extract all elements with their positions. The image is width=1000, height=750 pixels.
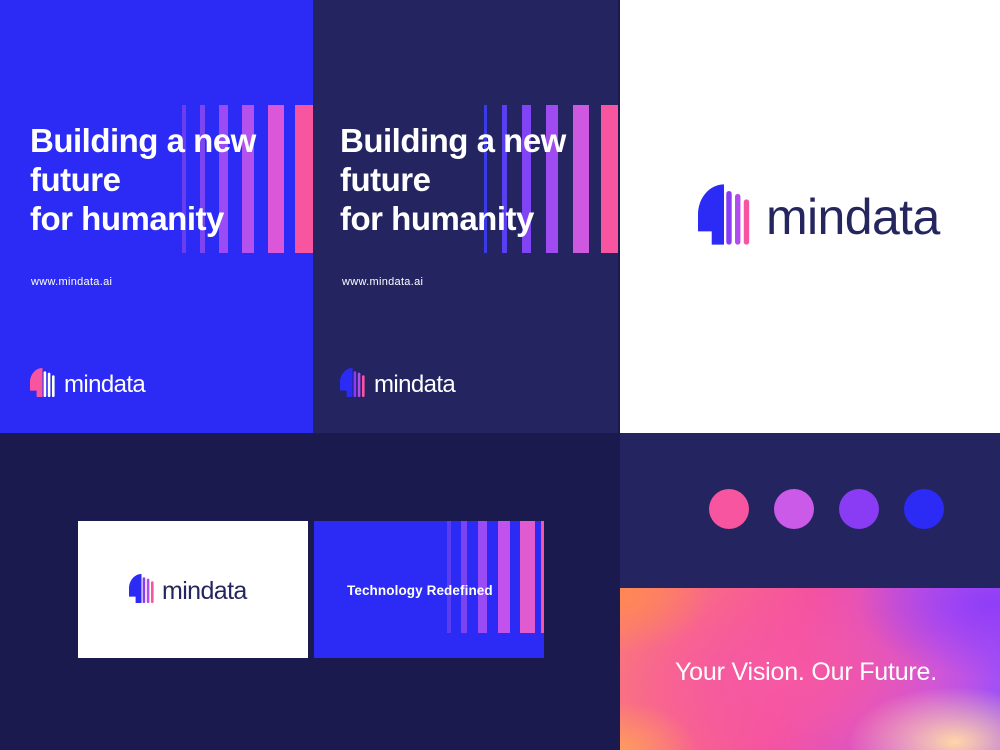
logo-lockup-footer-navy: mindata xyxy=(340,368,456,402)
poster-bar xyxy=(601,105,618,253)
logo-lockup-primary: mindata xyxy=(698,184,940,250)
mindata-logo-mark xyxy=(30,368,55,402)
brand-identity-board: Building a new future for humanity www.m… xyxy=(0,0,1000,750)
mindata-logo-mark xyxy=(340,368,365,402)
logo-lockup-footer-blue: mindata xyxy=(30,368,146,402)
mindata-logo-mark xyxy=(129,574,154,608)
mindata-wordmark: mindata xyxy=(766,189,940,245)
color-swatch-blue xyxy=(904,489,944,529)
business-card-white: mindata xyxy=(78,521,308,658)
card-bar xyxy=(520,521,535,633)
gradient-tagline: Your Vision. Our Future. xyxy=(675,658,938,686)
mindata-wordmark: mindata xyxy=(374,371,456,398)
poster-url: www.mindata.ai xyxy=(342,276,424,288)
poster-headline: Building a new future for humanity xyxy=(30,122,256,237)
card-bar xyxy=(541,521,544,633)
business-card-blue: Technology Redefined xyxy=(314,521,544,658)
color-swatch-pink xyxy=(709,489,749,529)
card-bar xyxy=(478,521,487,633)
panel-poster-navy: Building a new future for humanity www.m… xyxy=(313,0,618,433)
poster-headline: Building a new future for humanity xyxy=(340,122,566,237)
mindata-wordmark: mindata xyxy=(64,371,146,398)
panel-gradient-tagline: Your Vision. Our Future. xyxy=(620,588,1000,750)
card-bar xyxy=(447,521,451,633)
panel-poster-blue: Building a new future for humanity www.m… xyxy=(0,0,313,433)
color-swatch-purple xyxy=(839,489,879,529)
card-bar xyxy=(498,521,510,633)
mindata-wordmark: mindata xyxy=(162,576,247,605)
poster-bar xyxy=(268,105,284,253)
color-swatch-orchid xyxy=(774,489,814,529)
logo-lockup-card-white: mindata xyxy=(129,574,247,608)
panel-color-palette xyxy=(620,433,1000,588)
card-bar xyxy=(461,521,467,633)
color-swatch-row xyxy=(709,489,944,529)
poster-bar xyxy=(295,105,313,253)
card-tagline: Technology Redefined xyxy=(347,583,493,598)
panel-logo-white: mindata xyxy=(620,0,1000,433)
poster-url: www.mindata.ai xyxy=(31,276,113,288)
panel-mockups-navy: mindata Technology Redefined xyxy=(0,433,620,750)
poster-bar xyxy=(573,105,589,253)
mindata-logo-mark xyxy=(698,184,750,250)
